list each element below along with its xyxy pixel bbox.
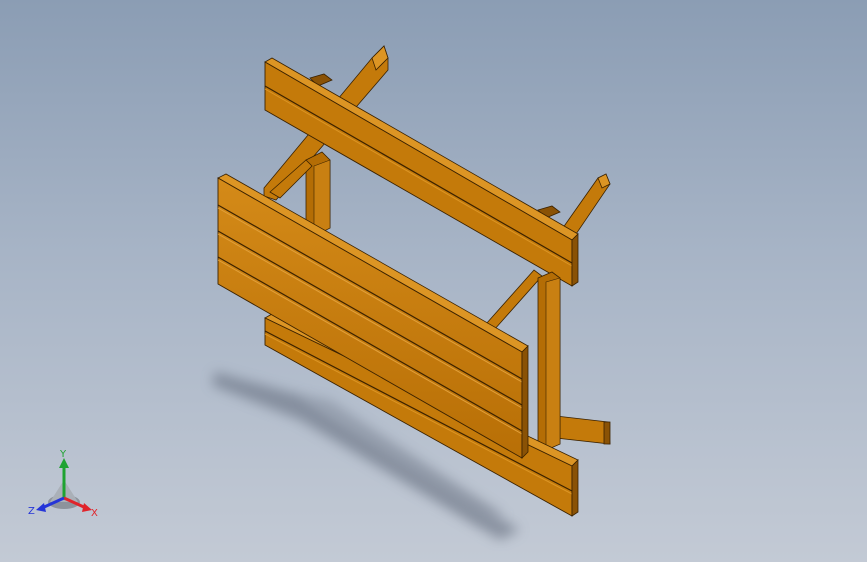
model-render bbox=[212, 45, 611, 540]
z-axis-label: Z bbox=[28, 506, 35, 517]
3d-viewport[interactable]: Y X Z bbox=[0, 0, 867, 562]
axis-triad: Y X Z bbox=[24, 448, 104, 524]
x-axis-label: X bbox=[91, 508, 98, 519]
leg-post-front-right bbox=[537, 271, 561, 451]
z-axis-arrow-icon bbox=[36, 503, 46, 512]
y-axis-label: Y bbox=[59, 449, 67, 460]
